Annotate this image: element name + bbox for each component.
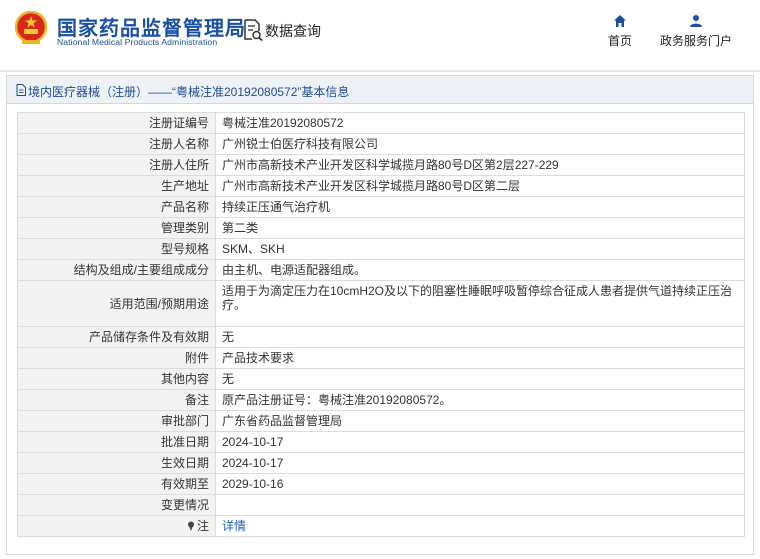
table-row: 生效日期 2024-10-17	[17, 452, 745, 474]
header-divider	[0, 70, 760, 72]
field-value: 广东省药品监督管理局	[215, 410, 745, 432]
field-label: 其他内容	[17, 368, 216, 390]
site-header: 国家药品监督管理局 National Medical Products Admi…	[0, 0, 760, 62]
details-link[interactable]: 详情	[222, 519, 246, 533]
table-row: 产品储存条件及有效期 无	[17, 326, 745, 348]
note-label-text: 注	[196, 519, 209, 533]
field-label: 批准日期	[17, 431, 216, 453]
field-label: 备注	[17, 389, 216, 411]
field-label: 有效期至	[17, 473, 216, 495]
table-row: 批准日期 2024-10-17	[17, 431, 745, 453]
registration-detail-table: 注册证编号 粤械注准20192080572 注册人名称 广州锐士伯医疗科技有限公…	[17, 112, 745, 537]
field-label: 审批部门	[17, 410, 216, 432]
pin-icon	[187, 521, 194, 531]
field-label: 变更情况	[17, 494, 216, 516]
field-value: 2024-10-17	[215, 452, 745, 474]
table-row: 结构及组成/主要组成成分 由主机、电源适配器组成。	[17, 259, 745, 281]
field-label: 注册证编号	[17, 112, 216, 134]
field-value: 2024-10-17	[215, 431, 745, 453]
field-value: 由主机、电源适配器组成。	[215, 259, 745, 281]
table-row: 适用范围/预期用途 适用于为滴定压力在10cmH2O及以下的阻塞性睡眠呼吸暂停综…	[17, 280, 745, 327]
table-row: 备注 原产品注册证号：粤械注准20192080572。	[17, 389, 745, 411]
field-label: 注册人住所	[17, 154, 216, 176]
national-emblem-icon	[14, 10, 48, 44]
table-row: 变更情况	[17, 494, 745, 516]
field-label: 生效日期	[17, 452, 216, 474]
field-value: 粤械注准20192080572	[215, 112, 745, 134]
field-value: 广州市高新技术产业开发区科学城揽月路80号D区第2层227-229	[215, 154, 745, 176]
document-search-icon	[244, 19, 263, 41]
field-value: SKM、SKH	[215, 238, 745, 260]
panel-title: 境内医疗器械（注册）——“粤械注准20192080572”基本信息	[28, 85, 350, 99]
field-label: 产品储存条件及有效期	[17, 326, 216, 348]
field-label: 产品名称	[17, 196, 216, 218]
field-label: 型号规格	[17, 238, 216, 260]
field-label: 结构及组成/主要组成成分	[17, 259, 216, 281]
table-row: 管理类别 第二类	[17, 217, 745, 239]
field-label: 附件	[17, 347, 216, 369]
field-value: 第二类	[215, 217, 745, 239]
field-label: 生产地址	[17, 175, 216, 197]
field-value: 原产品注册证号：粤械注准20192080572。	[215, 389, 745, 411]
user-icon	[690, 15, 702, 27]
table-row: 型号规格 SKM、SKH	[17, 238, 745, 260]
field-label: 适用范围/预期用途	[17, 280, 216, 327]
field-value: 无	[215, 326, 745, 348]
field-label: 管理类别	[17, 217, 216, 239]
field-value: 2029-10-16	[215, 473, 745, 495]
field-value	[215, 494, 745, 516]
field-value: 广州锐士伯医疗科技有限公司	[215, 133, 745, 155]
table-row: 其他内容 无	[17, 368, 745, 390]
nav-home-link[interactable]: 首页	[602, 14, 638, 49]
field-value: 适用于为滴定压力在10cmH2O及以下的阻塞性睡眠呼吸暂停综合征成人患者提供气道…	[215, 280, 745, 327]
table-row: 生产地址 广州市高新技术产业开发区科学城揽月路80号D区第二层	[17, 175, 745, 197]
table-row: 注册人住所 广州市高新技术产业开发区科学城揽月路80号D区第2层227-229	[17, 154, 745, 176]
field-value: 产品技术要求	[215, 347, 745, 369]
table-row: 审批部门 广东省药品监督管理局	[17, 410, 745, 432]
document-icon	[16, 84, 26, 96]
nav-service-portal-link[interactable]: 政务服务门户	[654, 14, 738, 49]
data-query-label: 数据查询	[265, 23, 321, 39]
detail-panel: 境内医疗器械（注册）——“粤械注准20192080572”基本信息 注册证编号 …	[6, 75, 754, 555]
nav-service-portal-label: 政务服务门户	[659, 34, 732, 48]
table-row: 附件 产品技术要求	[17, 347, 745, 369]
table-row: 注册人名称 广州锐士伯医疗科技有限公司	[17, 133, 745, 155]
field-value: 持续正压通气治疗机	[215, 196, 745, 218]
table-row: 注 详情	[17, 515, 745, 537]
table-row: 注册证编号 粤械注准20192080572	[17, 112, 745, 134]
table-row: 产品名称 持续正压通气治疗机	[17, 196, 745, 218]
home-icon	[614, 15, 626, 27]
note-field-label: 注	[17, 515, 216, 537]
table-row: 有效期至 2029-10-16	[17, 473, 745, 495]
field-value: 详情	[215, 515, 745, 537]
site-subtitle: National Medical Products Administration	[57, 37, 218, 47]
nav-home-label: 首页	[607, 34, 632, 48]
field-value: 广州市高新技术产业开发区科学城揽月路80号D区第二层	[215, 175, 745, 197]
field-label: 注册人名称	[17, 133, 216, 155]
field-value: 无	[215, 368, 745, 390]
panel-title-bar: 境内医疗器械（注册）——“粤械注准20192080572”基本信息	[7, 76, 753, 104]
